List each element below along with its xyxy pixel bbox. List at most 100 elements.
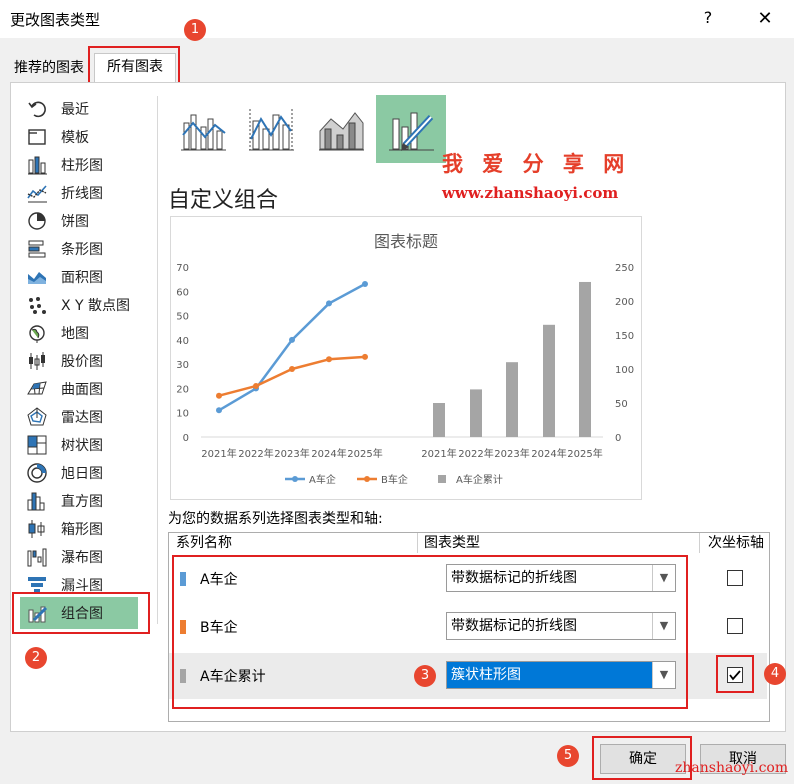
sidebar-item[interactable]: 股价图 <box>26 348 156 374</box>
bar-mark <box>543 324 555 437</box>
subtype-stacked-area-column[interactable] <box>306 95 376 163</box>
sidebar-item[interactable]: 瀑布图 <box>26 544 156 570</box>
histogram-chart-icon <box>26 490 48 512</box>
step-badge-1: 1 <box>184 19 206 41</box>
subtype-column-line-secondary[interactable] <box>236 95 306 163</box>
sidebar-item-label: 曲面图 <box>61 382 103 398</box>
col-divider <box>417 533 418 553</box>
y-left-tick-label: 60 <box>176 287 189 298</box>
series-line <box>218 355 366 397</box>
stock-chart-icon <box>26 350 48 372</box>
secondary-axis-checkbox[interactable] <box>727 618 743 634</box>
highlight-box-tab <box>88 46 180 84</box>
sidebar-item-label: 股价图 <box>61 354 103 370</box>
sidebar-item[interactable]: 箱形图 <box>26 516 156 542</box>
data-point-marker <box>289 366 295 372</box>
subtype-clustered-column-line[interactable] <box>168 95 238 163</box>
step-badge-2: 2 <box>25 647 47 669</box>
sidebar-item[interactable]: 柱形图 <box>26 152 156 178</box>
bar-mark <box>433 403 445 437</box>
sidebar-item-label: 雷达图 <box>61 410 103 426</box>
legend-label: A车企 <box>309 473 336 486</box>
y-left-tick-label: 10 <box>176 409 189 420</box>
x-tick-label: 2023年 <box>494 447 529 460</box>
data-point-marker <box>289 336 295 343</box>
chart-title: 图表标题 <box>374 232 438 251</box>
watermark-corner: zhanshaoyi.com <box>675 760 789 776</box>
sidebar-item[interactable]: 树状图 <box>26 432 156 458</box>
bar-mark <box>506 362 518 437</box>
legend-label: B车企 <box>381 473 408 486</box>
y-left-tick-label: 50 <box>176 312 189 323</box>
subtype-custom-combination[interactable] <box>376 95 446 163</box>
x-tick-label: 2024年 <box>531 447 566 460</box>
sidebar-item[interactable]: 面积图 <box>26 264 156 290</box>
y-left-tick-label: 0 <box>183 433 189 444</box>
bar-mark <box>579 281 591 437</box>
data-point-marker <box>326 300 332 307</box>
sidebar-item[interactable]: 曲面图 <box>26 376 156 402</box>
legend-swatch <box>438 475 446 483</box>
step-badge-4: 4 <box>764 663 786 685</box>
scatter-chart-icon <box>26 294 48 316</box>
sidebar-item[interactable]: 饼图 <box>26 208 156 234</box>
sidebar-item-label: 饼图 <box>61 214 89 230</box>
x-tick-label: 2022年 <box>458 447 493 460</box>
sidebar-item[interactable]: 折线图 <box>26 180 156 206</box>
x-tick-label: 2023年 <box>274 447 309 460</box>
sidebar-item-label: 条形图 <box>61 242 103 258</box>
sidebar-item[interactable]: 地图 <box>26 320 156 346</box>
clustered-column-line-icon <box>181 114 226 151</box>
sidebar-item[interactable]: 条形图 <box>26 236 156 262</box>
column-line-secondary-icon <box>249 109 294 151</box>
legend-marker <box>292 476 298 482</box>
custom-combination-icon <box>389 112 434 151</box>
chart-preview: 图表标题 0 10 20 30 40 50 60 70 0 50 100 150 200 250 2021年 2… <box>170 216 642 500</box>
sidebar-item[interactable]: 雷达图 <box>26 404 156 430</box>
y-right-tick-label: 150 <box>615 331 634 342</box>
dialog-title: 更改图表类型 <box>10 11 101 29</box>
sidebar-item[interactable]: 模板 <box>26 124 156 150</box>
sidebar-item-label: 旭日图 <box>61 466 103 482</box>
highlight-box-combo <box>12 592 150 634</box>
col-secondary-axis: 次坐标轴 <box>708 535 764 551</box>
surface-chart-icon <box>26 378 48 400</box>
sidebar-item-label: 瀑布图 <box>61 550 103 566</box>
sidebar-item[interactable]: 直方图 <box>26 488 156 514</box>
sidebar-item[interactable]: 最近 <box>26 96 156 122</box>
y-right-tick-label: 100 <box>615 365 634 376</box>
sidebar-item[interactable]: 旭日图 <box>26 460 156 486</box>
col-chart-type: 图表类型 <box>424 535 480 551</box>
x-tick-label: 2022年 <box>238 447 273 460</box>
secondary-axis-checkbox[interactable] <box>727 570 743 586</box>
sidebar-item-label: 地图 <box>61 326 89 342</box>
close-button[interactable]: ✕ <box>752 6 778 32</box>
waterfall-chart-icon <box>26 546 48 568</box>
help-button[interactable]: ? <box>696 6 720 30</box>
y-right-tick-label: 0 <box>615 433 621 444</box>
legend-label: A车企累计 <box>456 473 503 486</box>
series-line <box>218 282 366 412</box>
y-left-tick-label: 30 <box>176 360 189 371</box>
area-column-icon <box>319 112 364 151</box>
tab-recommended-charts[interactable]: 推荐的图表 <box>14 55 84 81</box>
bar-chart-icon <box>26 238 48 260</box>
data-point-marker <box>362 353 368 360</box>
x-tick-label: 2025年 <box>347 447 382 460</box>
bar-mark <box>470 389 482 437</box>
section-heading: 自定义组合 <box>168 188 279 213</box>
watermark-title: 我 爱 分 享 网 <box>442 152 631 176</box>
data-point-marker <box>216 407 222 414</box>
title-bar <box>0 0 794 38</box>
col-divider <box>699 533 700 553</box>
step-badge-5: 5 <box>557 745 579 767</box>
col-series-name: 系列名称 <box>176 535 232 551</box>
series-section-label: 为您的数据系列选择图表类型和轴: <box>168 511 383 527</box>
sidebar-item-label: X Y 散点图 <box>61 298 131 314</box>
data-point-marker <box>362 281 368 287</box>
sidebar-item-label: 直方图 <box>61 494 103 510</box>
treemap-chart-icon <box>26 434 48 456</box>
step-badge-3: 3 <box>414 665 436 687</box>
sidebar-item[interactable]: X Y 散点图 <box>26 292 156 318</box>
undo-icon <box>26 98 48 120</box>
